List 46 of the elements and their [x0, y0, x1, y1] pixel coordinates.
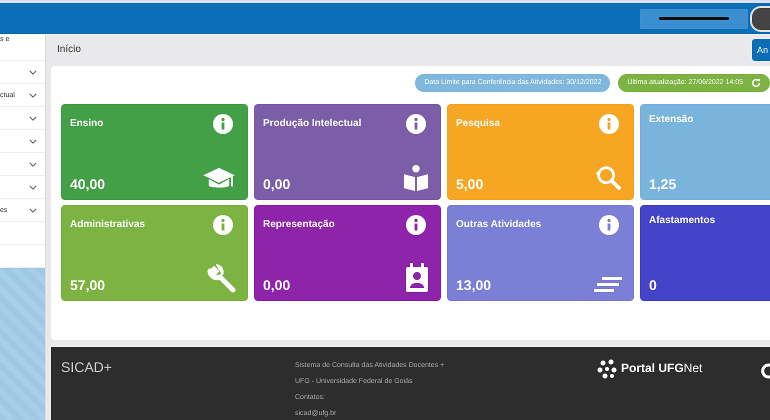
id-badge-icon: [405, 262, 429, 293]
chevron-icon: [29, 208, 37, 212]
tile-title: Outras Atividades: [456, 219, 542, 230]
tile-value: 0: [649, 276, 657, 293]
tile-title: Extensão: [649, 114, 694, 125]
tile-value: 57,00: [70, 276, 106, 293]
info-icon[interactable]: [406, 114, 426, 134]
category-tile[interactable]: Ensino 40,00: [61, 104, 248, 200]
chevron-icon: [29, 70, 37, 74]
portal-logo[interactable]: Portal UFGNet: [621, 361, 702, 375]
tile-value: 0,00: [263, 176, 290, 192]
tile-title: Administrativas: [70, 219, 146, 230]
book-reader-icon: [403, 164, 429, 192]
chevron-icon: [29, 92, 37, 98]
dots-logo-icon: [597, 359, 617, 379]
chevron-icon: [29, 116, 37, 120]
tile-value: 40,00: [70, 176, 106, 192]
action-button[interactable]: An: [752, 38, 770, 61]
chevron-icon: [29, 138, 37, 144]
redaction-mark: [659, 17, 729, 20]
avatar-icon[interactable]: [750, 6, 770, 32]
info-icon[interactable]: [599, 214, 619, 235]
info-icon[interactable]: [213, 114, 233, 134]
tile-title: Produção Intelectual: [263, 118, 362, 130]
tile-value: 13,00: [456, 276, 492, 293]
tile-value: 1,25: [649, 176, 676, 192]
tile-value: 5,00: [456, 176, 484, 192]
tile-title: Representação: [263, 219, 335, 230]
tile-title: Afastamentos: [649, 214, 716, 226]
refresh-icon[interactable]: [751, 78, 761, 88]
footer-brand: SICAD+: [61, 359, 113, 377]
category-tile[interactable]: Produção Intelectual 0,00: [254, 104, 441, 200]
info-icon[interactable]: [406, 214, 426, 235]
tile-value: 0,00: [263, 276, 290, 293]
tile-title: Pesquisa: [456, 118, 500, 130]
page-title: Início: [57, 44, 81, 56]
lines-icon: [594, 276, 622, 293]
category-tile[interactable]: Afastamentos 0: [640, 204, 770, 301]
chevron-icon: [29, 162, 37, 166]
tile-title: Ensino: [70, 118, 104, 130]
magnifier-icon: [594, 164, 622, 192]
category-tile[interactable]: Representação 0,00: [254, 204, 441, 301]
wrench-icon: [206, 262, 236, 293]
user-menu[interactable]: [640, 8, 748, 28]
category-tile[interactable]: Outras Atividades 13,00: [447, 204, 634, 301]
chevron-icon: [29, 184, 37, 190]
